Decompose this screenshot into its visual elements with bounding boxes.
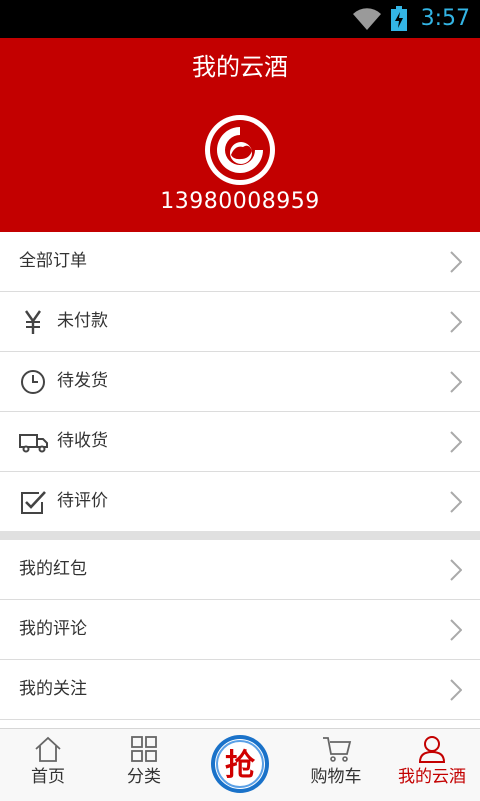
section-divider [0,531,480,540]
nav-label: 分类 [127,767,161,787]
menu-item-my-reviews[interactable]: 我的评论 [0,600,480,660]
grab-text: 抢 [225,748,256,783]
chevron-right-icon [450,371,463,397]
nav-label: 购物车 [310,767,362,787]
home-icon [34,735,62,767]
chevron-right-icon [450,679,463,705]
menu-item-all-orders[interactable]: 全部订单 [0,232,480,292]
chevron-right-icon [450,559,463,585]
menu-item-pending-shipment[interactable]: 待发货 [0,352,480,412]
status-bar: 3:57 [0,0,480,38]
menu-item-pending-receipt[interactable]: 待收货 [0,412,480,472]
account-section: 我的红包 我的评论 我的关注 [0,540,480,720]
grab-deal-button[interactable]: 抢 [210,734,270,794]
nav-label: 我的云酒 [398,767,466,787]
phone-number: 13980008959 [160,189,320,214]
chevron-right-icon [450,431,463,457]
grab-icon: 抢 [211,735,269,793]
yunjiu-logo-icon [210,120,270,180]
nav-my-account[interactable]: 我的云酒 [384,729,480,801]
profile-header: 我的云酒 13980008959 [0,38,480,232]
nav-cart[interactable]: 购物车 [288,729,384,801]
chevron-right-icon [450,251,463,277]
clock-icon [19,368,47,396]
menu-item-unpaid[interactable]: 未付款 [0,292,480,352]
menu-item-label: 我的评论 [19,619,87,639]
nav-label: 首页 [31,767,65,787]
user-icon [418,735,446,767]
chevron-right-icon [450,491,463,517]
cart-icon [322,735,352,767]
truck-icon [19,428,48,456]
chevron-right-icon [450,619,463,645]
avatar[interactable] [205,115,275,185]
page-title: 我的云酒 [192,53,288,81]
menu-item-label: 待收货 [57,431,108,451]
menu-item-label: 我的红包 [19,559,87,579]
menu-item-red-packets[interactable]: 我的红包 [0,540,480,600]
menu-item-label: 全部订单 [19,251,87,271]
menu-item-pending-review[interactable]: 待评价 [0,472,480,532]
status-time: 3:57 [420,6,470,31]
menu-item-label: 待评价 [57,491,108,511]
grid-icon [130,735,158,767]
nav-categories[interactable]: 分类 [96,729,192,801]
chevron-right-icon [450,311,463,337]
battery-charging-icon [390,6,408,36]
wifi-icon [352,6,382,36]
check-edit-icon [19,488,47,516]
menu-item-my-follows[interactable]: 我的关注 [0,660,480,720]
menu-item-label: 我的关注 [19,679,87,699]
nav-home[interactable]: 首页 [0,729,96,801]
menu-item-label: 未付款 [57,311,108,331]
orders-section: 全部订单 未付款 待发货 待收货 待评价 [0,232,480,532]
menu-item-label: 待发货 [57,371,108,391]
yen-icon [19,308,47,336]
